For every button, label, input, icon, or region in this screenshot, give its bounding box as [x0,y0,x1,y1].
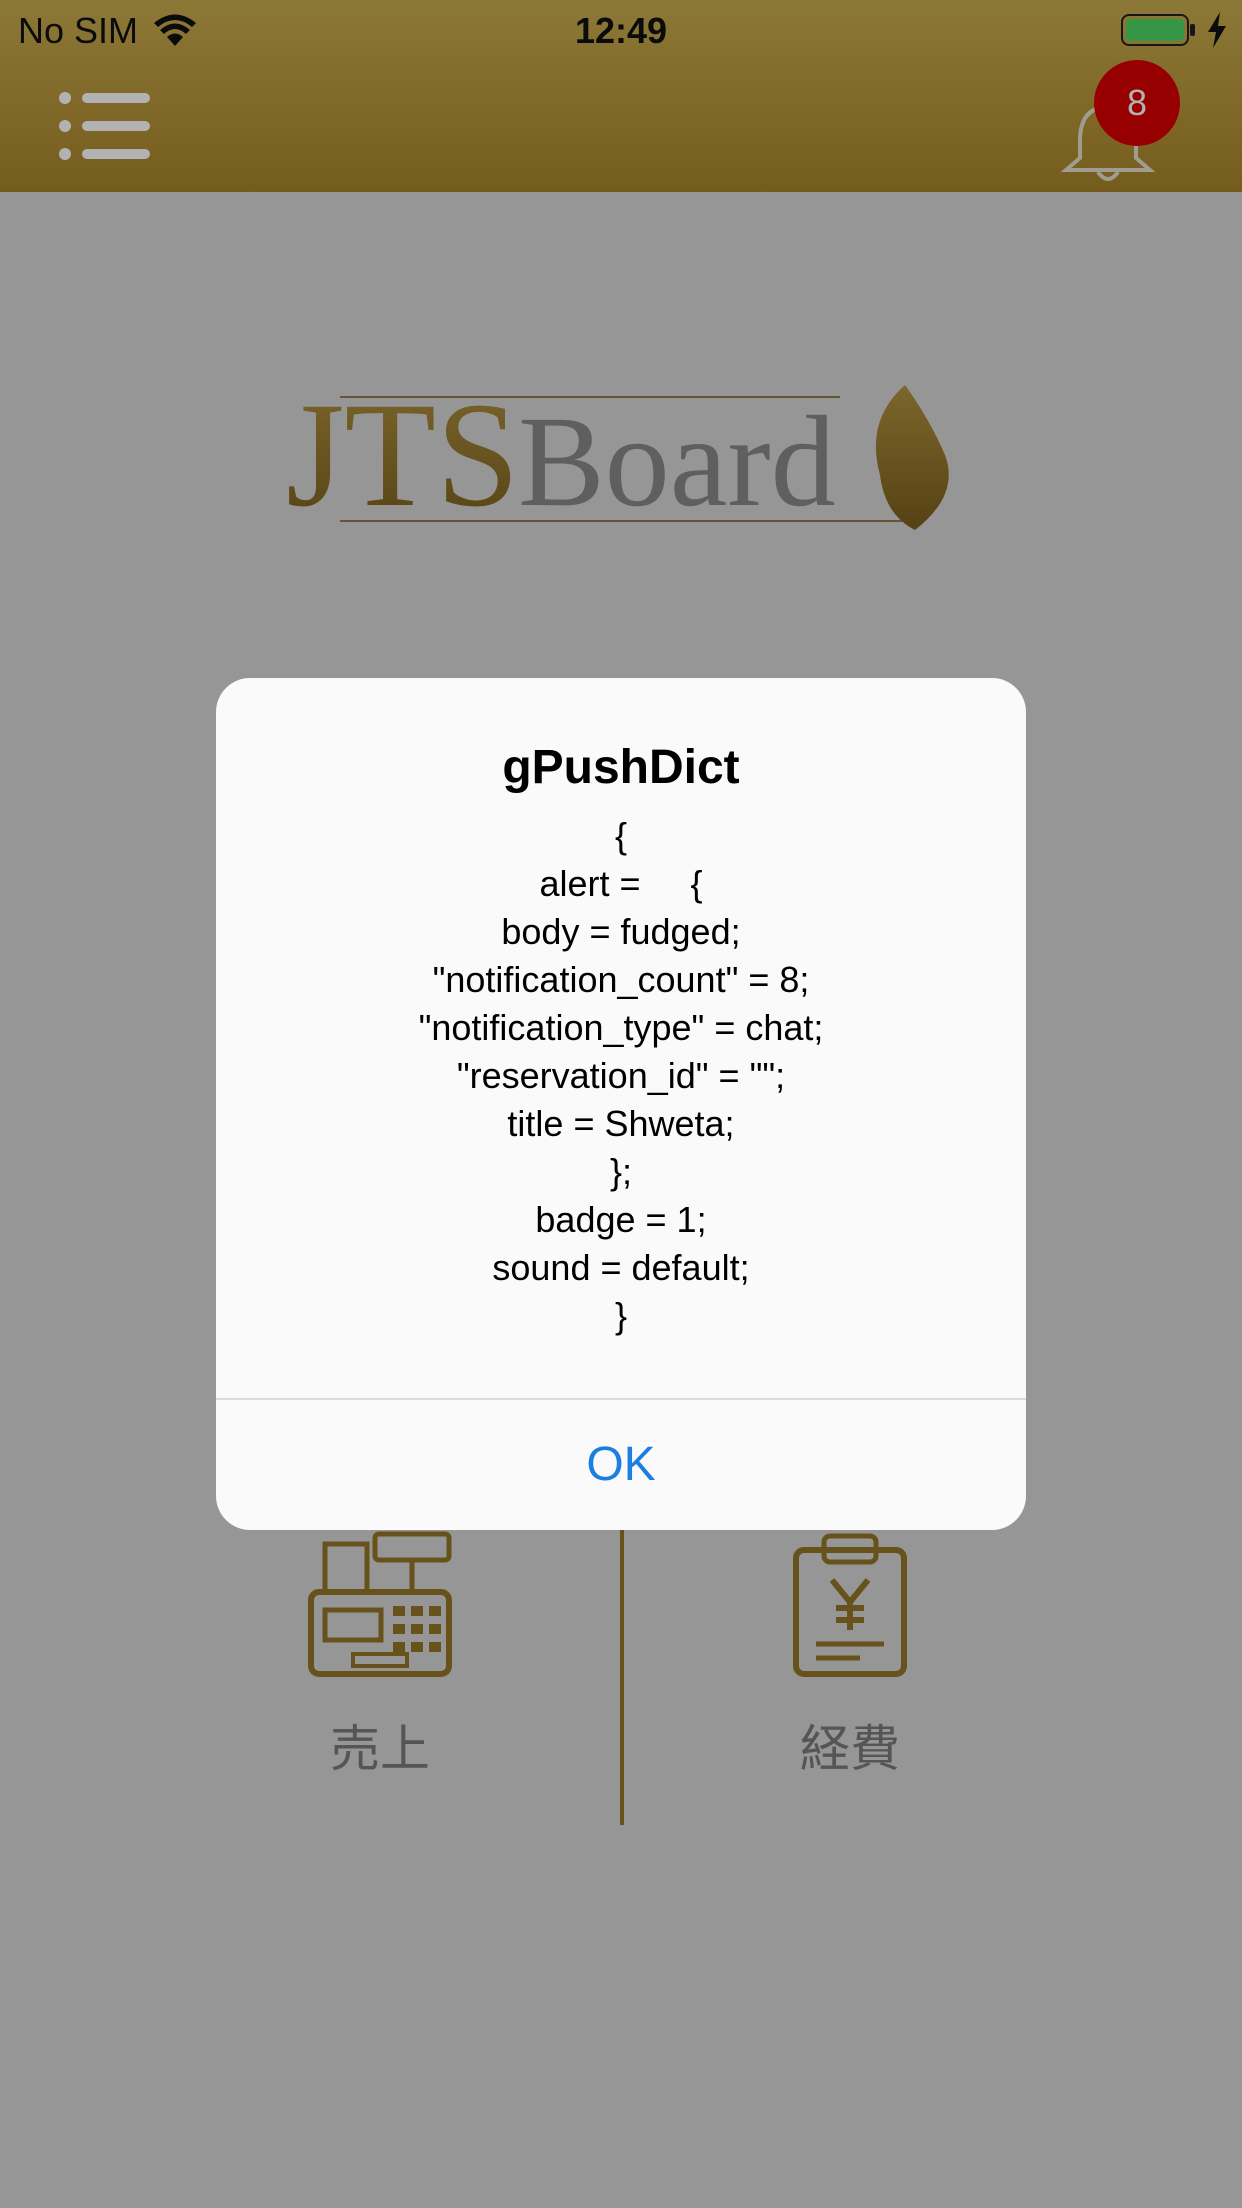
alert-title: gPushDict [502,741,740,794]
alert-message-line: }; [609,1151,633,1192]
alert-message-line: sound = default; [492,1247,750,1288]
alert-message-line: "reservation_id" = ""; [456,1055,786,1096]
alert-message-line: "notification_type" = chat; [418,1007,824,1048]
alert-message-line: "notification_count" = 8; [432,959,810,1000]
alert-message-line: } [614,1295,628,1336]
alert-message-line: title = Shweta; [507,1103,735,1144]
ok-button[interactable]: OK [216,1400,1026,1530]
alert-message-line: { [614,815,628,856]
app-screen: No SIM 12:49 8 JTS Board 売上 経費 gPushDict… [0,0,1242,2208]
alert-message-line: alert = { [539,863,703,904]
alert-message-line: badge = 1; [535,1199,707,1240]
alert-dialog: gPushDict { alert = { body = fudged; "notif… [216,678,1026,1530]
header-dim-overlay [0,0,1242,192]
alert-message-line: body = fudged; [501,911,741,952]
alert-message: { alert = { body = fudged; "notification_co… [216,812,1026,1340]
